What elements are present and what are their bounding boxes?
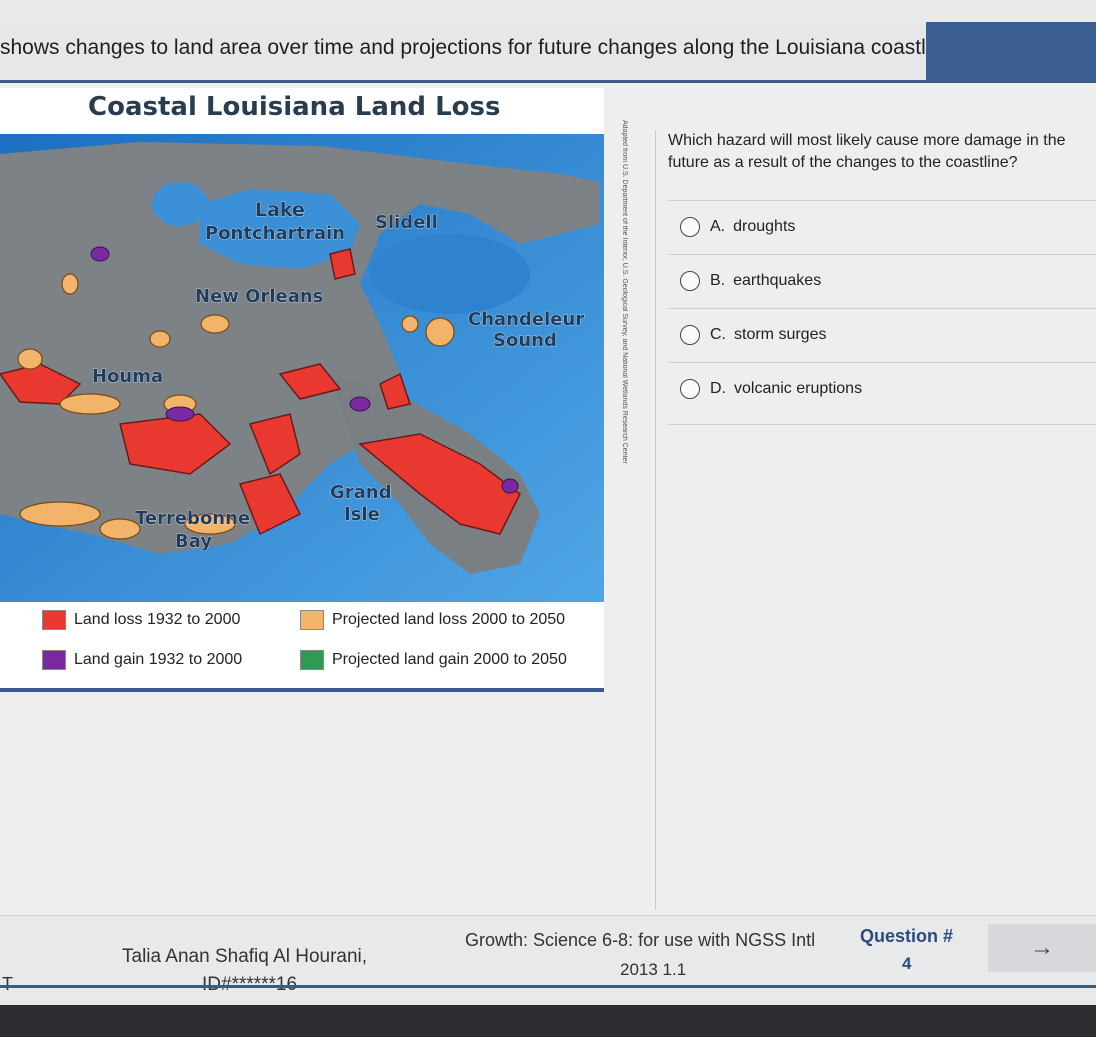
map-title: Coastal Louisiana Land Loss [88, 92, 501, 122]
choice-letter: D. [710, 380, 726, 397]
legend-label: Land loss 1932 to 2000 [74, 611, 241, 628]
question-number-label: Question # [860, 926, 954, 946]
choice-a[interactable]: A. droughts [668, 200, 1096, 253]
label-sound: Sound [493, 330, 557, 351]
choice-text: earthquakes [733, 272, 822, 289]
bottom-band [0, 985, 1096, 988]
choice-b[interactable]: B. earthquakes [668, 254, 1096, 307]
legend-item-land-loss: Land loss 1932 to 2000 [42, 610, 240, 630]
legend-swatch [300, 650, 324, 670]
course-title: Growth: Science 6-8: for use with NGSS I… [465, 930, 816, 950]
course-version: 2013 1.1 [620, 960, 687, 979]
label-bay: Bay [175, 531, 212, 552]
question-line-2: future as a result of the changes to the… [668, 154, 1018, 171]
lake-west [152, 182, 208, 226]
legend-label: Projected land loss 2000 to 2050 [332, 611, 566, 628]
label-slidell: Slidell [375, 212, 438, 233]
arrow-right-icon: → [1030, 934, 1054, 961]
next-button[interactable]: → [988, 924, 1096, 972]
legend-swatch [300, 610, 324, 630]
legend-label: Land gain 1932 to 2000 [74, 651, 243, 668]
student-name: Talia Anan Shafiq Al Hourani, [122, 946, 368, 967]
screen: shows changes to land area over time and… [0, 0, 1096, 1005]
label-terrebonne: Terrebonne [135, 508, 250, 529]
label-chandeleur: Chandeleur [468, 309, 584, 330]
legend-label: Projected land gain 2000 to 2050 [332, 651, 567, 668]
radio-button[interactable] [680, 379, 700, 399]
footer-bar: T Talia Anan Shafiq Al Hourani, ID#*****… [0, 915, 1096, 1005]
choice-letter: A. [710, 218, 726, 235]
map-credit: Adapted from U.S. Department of the Inte… [621, 120, 628, 464]
legend-item-land-gain: Land gain 1932 to 2000 [42, 650, 242, 670]
label-lake: Lake [255, 199, 305, 221]
map-legend: Land loss 1932 to 2000 Projected land lo… [0, 604, 604, 684]
header-accent [926, 22, 1096, 80]
choice-text: volcanic eruptions [734, 380, 863, 397]
choice-d[interactable]: D. volcanic eruptions [668, 362, 1096, 415]
label-houma: Houma [92, 366, 163, 387]
passage-text: shows changes to land area over time and… [0, 36, 960, 59]
passage-header: shows changes to land area over time and… [0, 22, 1096, 83]
map-image: Lake Pontchartrain Slidell New Orleans C… [0, 134, 604, 602]
label-pontchartrain: Pontchartrain [205, 223, 345, 244]
label-grand: Grand [330, 482, 392, 503]
radio-button[interactable] [680, 325, 700, 345]
radio-button[interactable] [680, 271, 700, 291]
chandeleur-water [370, 234, 530, 314]
question-prompt: Which hazard will most likely cause more… [668, 130, 1096, 174]
legend-item-projected-loss: Projected land loss 2000 to 2050 [300, 610, 565, 630]
choice-text: storm surges [734, 326, 827, 343]
question-number: 4 [902, 954, 912, 973]
legend-swatch [42, 650, 66, 670]
top-strip [0, 0, 1096, 22]
radio-button[interactable] [680, 217, 700, 237]
choice-letter: C. [710, 326, 726, 343]
label-isle: Isle [344, 504, 380, 525]
choice-c[interactable]: C. storm surges [668, 308, 1096, 361]
choices-bottom-border [668, 424, 1096, 425]
legend-item-projected-gain: Projected land gain 2000 to 2050 [300, 650, 567, 670]
map-figure: Coastal Louisiana Land Loss Lake Pontcha… [0, 88, 604, 692]
choice-letter: B. [710, 272, 726, 289]
column-divider [655, 130, 656, 910]
legend-swatch [42, 610, 66, 630]
question-line-1: Which hazard will most likely cause more… [668, 132, 1066, 149]
label-new-orleans: New Orleans [195, 286, 323, 307]
choice-text: droughts [733, 218, 796, 235]
